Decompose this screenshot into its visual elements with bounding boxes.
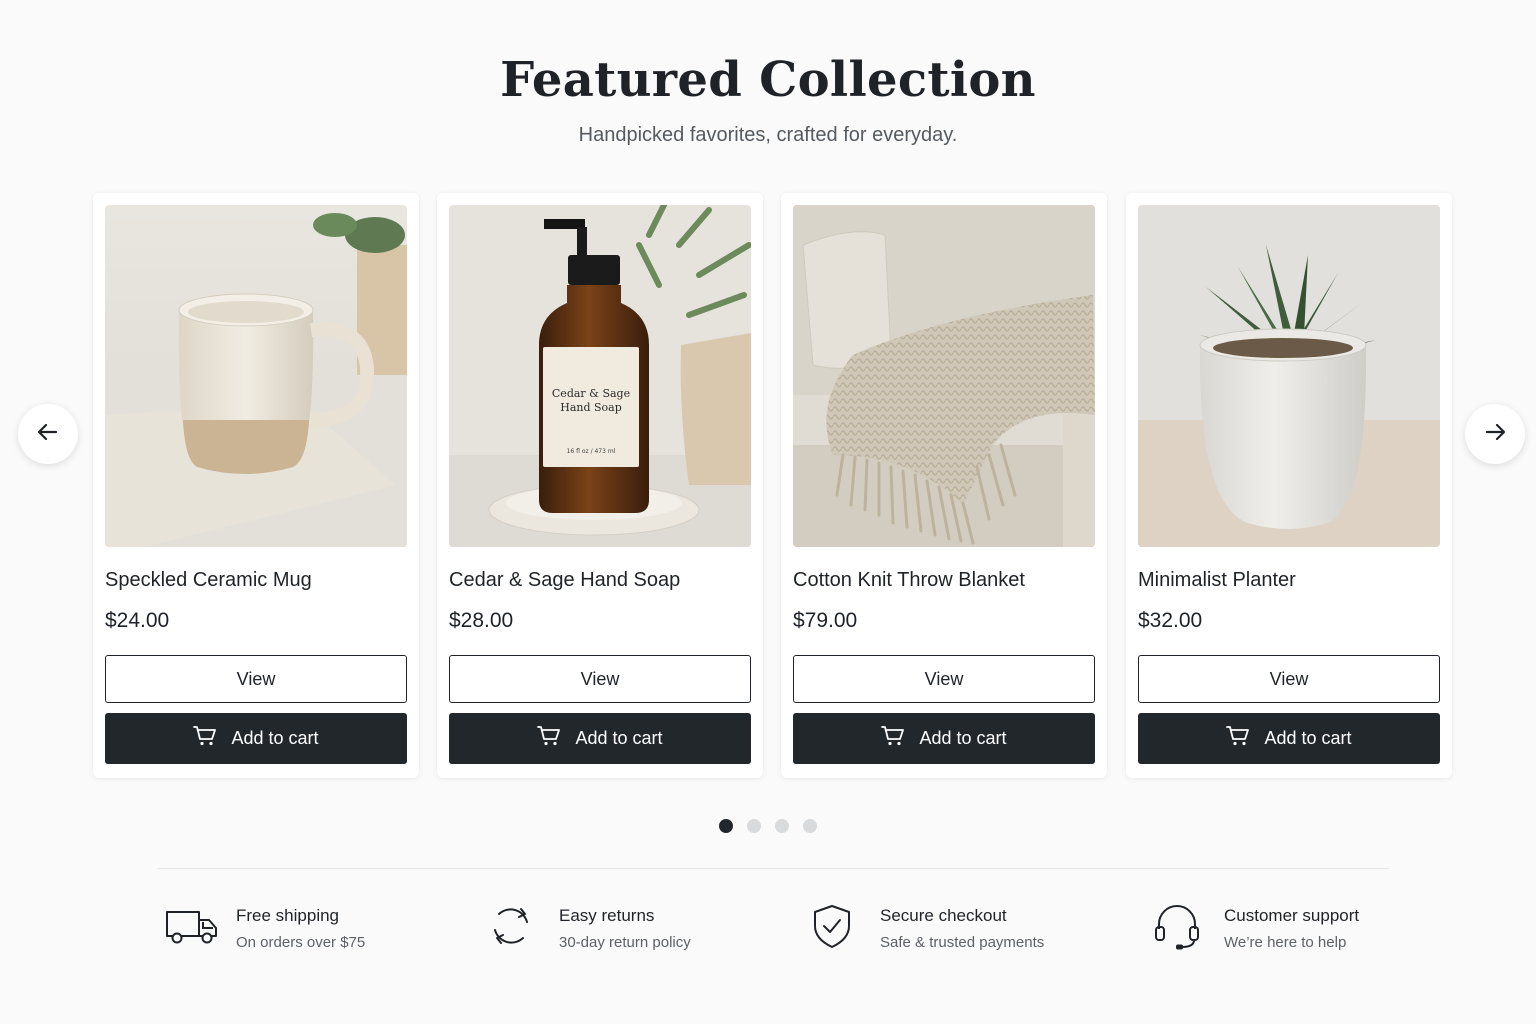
refresh-icon: [487, 902, 543, 950]
product-name[interactable]: Cedar & Sage Hand Soap: [449, 569, 680, 592]
product-price: $24.00: [105, 609, 170, 632]
view-button[interactable]: View: [793, 655, 1095, 703]
cart-icon: [1226, 725, 1250, 752]
product-card: Cedar & Sage Hand Soap 16 fl oz / 473 ml…: [437, 193, 763, 778]
soap-label-line1: Cedar & Sage: [552, 387, 630, 400]
carousel-pagination: [0, 819, 1536, 833]
product-image-soap[interactable]: Cedar & Sage Hand Soap 16 fl oz / 473 ml: [449, 205, 751, 547]
product-image-blanket[interactable]: [793, 205, 1095, 547]
feature-subtitle: Safe & trusted payments: [880, 934, 1045, 951]
view-button[interactable]: View: [449, 655, 751, 703]
add-to-cart-label: Add to cart: [1264, 728, 1352, 748]
add-to-cart-button[interactable]: Add to cart: [793, 713, 1095, 764]
feature-title: Free shipping: [236, 906, 340, 925]
soap-label-volume: 16 fl oz / 473 ml: [567, 448, 616, 455]
feature-secure-checkout: Secure checkout Safe & trusted payments: [808, 902, 1044, 951]
product-card: Minimalist Planter $32.00 View Add to ca…: [1126, 193, 1452, 778]
product-card: Speckled Ceramic Mug $24.00 View Add to …: [93, 193, 419, 778]
feature-subtitle: 30-day return policy: [559, 934, 691, 951]
product-image-planter[interactable]: [1138, 205, 1440, 547]
add-to-cart-button[interactable]: Add to cart: [1138, 713, 1440, 764]
soap-label-line2: Hand Soap: [560, 401, 622, 414]
arrow-right-icon: [1483, 420, 1507, 449]
carousel-next-button[interactable]: [1465, 404, 1525, 464]
feature-subtitle: On orders over $75: [236, 934, 366, 951]
truck-icon: [164, 902, 220, 950]
page-title: Featured Collection: [500, 52, 1036, 108]
product-name[interactable]: Minimalist Planter: [1138, 569, 1296, 592]
feature-easy-returns: Easy returns 30-day return policy: [487, 902, 691, 951]
view-button-label: View: [236, 668, 276, 689]
view-button[interactable]: View: [105, 655, 407, 703]
view-button-label: View: [580, 668, 620, 689]
add-to-cart-button[interactable]: Add to cart: [105, 713, 407, 764]
add-to-cart-label: Add to cart: [231, 728, 319, 748]
feature-title: Easy returns: [559, 906, 655, 925]
view-button[interactable]: View: [1138, 655, 1440, 703]
view-button-label: View: [1269, 668, 1309, 689]
add-to-cart-button[interactable]: Add to cart: [449, 713, 751, 764]
arrow-left-icon: [36, 420, 60, 449]
feature-free-shipping: Free shipping On orders over $75: [164, 902, 365, 951]
pagination-dot-1[interactable]: [719, 819, 733, 833]
product-name[interactable]: Speckled Ceramic Mug: [105, 569, 312, 592]
product-card: Cotton Knit Throw Blanket $79.00 View Ad…: [781, 193, 1107, 778]
product-image-mug[interactable]: [105, 205, 407, 547]
feature-title: Customer support: [1224, 906, 1360, 925]
product-price: $79.00: [793, 609, 858, 632]
carousel-prev-button[interactable]: [18, 404, 78, 464]
pagination-dot-3[interactable]: [775, 819, 789, 833]
shield-check-icon: [808, 902, 864, 950]
headset-icon: [1152, 902, 1208, 950]
product-name[interactable]: Cotton Knit Throw Blanket: [793, 569, 1025, 592]
add-to-cart-label: Add to cart: [575, 728, 663, 748]
cart-icon: [881, 725, 905, 752]
pagination-dot-2[interactable]: [747, 819, 761, 833]
product-price: $32.00: [1138, 609, 1203, 632]
feature-subtitle: We’re here to help: [1224, 934, 1347, 951]
pagination-dot-4[interactable]: [803, 819, 817, 833]
feature-customer-support: Customer support We’re here to help: [1152, 902, 1359, 951]
product-price: $28.00: [449, 609, 514, 632]
cart-icon: [193, 725, 217, 752]
section-divider: [157, 868, 1389, 869]
cart-icon: [537, 725, 561, 752]
add-to-cart-label: Add to cart: [919, 728, 1007, 748]
view-button-label: View: [924, 668, 964, 689]
feature-title: Secure checkout: [880, 906, 1007, 925]
page-subtitle: Handpicked favorites, crafted for everyd…: [578, 124, 958, 146]
